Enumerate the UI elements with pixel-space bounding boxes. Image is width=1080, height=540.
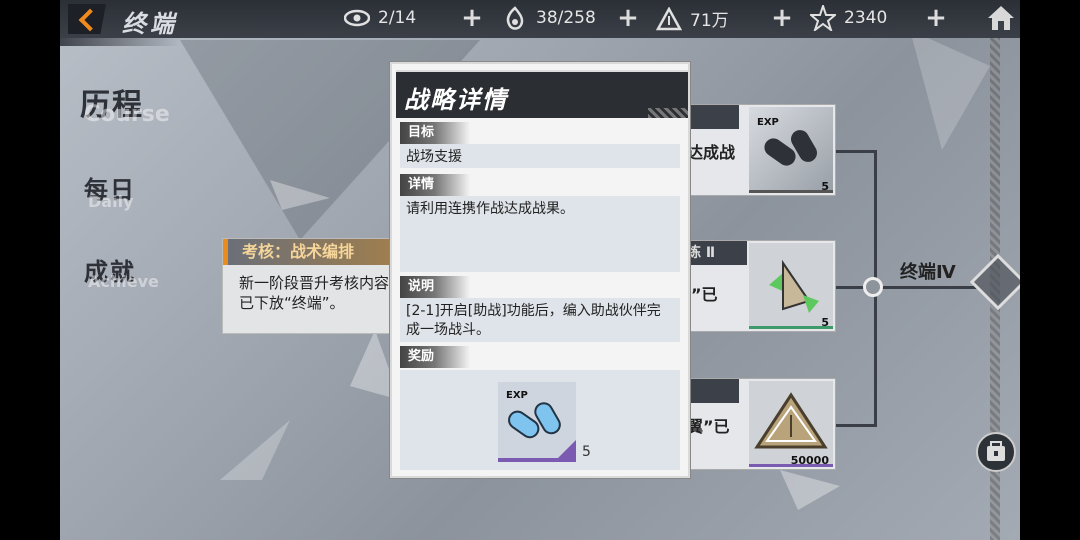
resource-counter: 71万 [656, 6, 729, 31]
section-label-reward: 奖励 [400, 346, 470, 368]
reward-label: 翼”已 [687, 417, 730, 436]
goal-text: 战场支援 [400, 144, 680, 168]
next-stage-diamond-icon[interactable] [969, 253, 1020, 311]
reward-count: 50000 [790, 454, 829, 467]
terminal-level-label: 终端Ⅳ [900, 262, 956, 283]
dialog-header: 战略详情 [396, 70, 688, 118]
svg-text:EXP: EXP [757, 117, 779, 128]
section-label-goal: 目标 [400, 122, 470, 144]
background-shard [220, 420, 290, 480]
section-label-detail: 详情 [400, 174, 470, 196]
connector-line [836, 150, 876, 153]
stamina-icon [502, 6, 528, 30]
nav-item-daily[interactable]: 每日 Daily [84, 170, 136, 211]
nav-item-course[interactable]: 历程 Course [80, 80, 170, 127]
dialog-title: 战略详情 [404, 85, 508, 114]
resource-counter: 2340 [810, 5, 888, 31]
resource-value: 2/14 [378, 8, 417, 28]
nav-item-sublabel: Course [84, 102, 170, 127]
connector-line [882, 286, 978, 289]
back-button[interactable] [68, 4, 106, 34]
add-button[interactable]: + [770, 4, 794, 32]
connector-line [836, 286, 866, 289]
resource-counter: 38/258 [502, 6, 596, 30]
note-text: [2-1]开启[助战]功能后，编入助战伙伴完成一场战斗。 [400, 298, 680, 342]
resource-value: 71万 [690, 11, 729, 31]
nav-item-achieve[interactable]: 成就 Achieve [84, 252, 159, 291]
reward-card[interactable]: 翼”已 50000 [680, 378, 836, 470]
strategy-detail-dialog: 战略详情 目标 战场支援 详情 请利用连携作战达成战果。 说明 [2-1]开启[… [390, 62, 690, 478]
reward-count: 5 [821, 316, 829, 329]
connector-line [836, 424, 876, 427]
resource-value: 2340 [844, 8, 888, 28]
top-bar: 终端 2/14 + 38/258 + 71万 + 2340 + [60, 0, 1020, 38]
background-shard [780, 470, 840, 510]
reward-count: 5 [582, 444, 591, 460]
junction-node [863, 277, 883, 297]
coin-icon [656, 6, 682, 31]
background-shard [910, 30, 990, 150]
reward-label: ”已 [691, 285, 718, 304]
bag-icon[interactable] [976, 432, 1016, 472]
add-button[interactable]: + [924, 4, 948, 32]
crystal-icon [810, 5, 836, 31]
reward-label: 达成战 [687, 143, 736, 162]
reward-card[interactable]: 练 Ⅱ ”已 5 [680, 240, 836, 332]
header-stripe [648, 108, 688, 118]
add-button[interactable]: + [460, 4, 484, 32]
add-button[interactable]: + [616, 4, 640, 32]
section-label-note: 说明 [400, 276, 470, 298]
eye-icon [344, 6, 370, 30]
nav-item-sublabel: Daily [88, 192, 134, 211]
reward-count: 5 [821, 180, 829, 193]
home-icon[interactable] [986, 4, 1016, 32]
detail-text: 请利用连携作战达成战果。 [400, 196, 680, 272]
exp-capsule-reward[interactable]: EXP [498, 382, 576, 462]
exp-label: EXP [506, 390, 528, 401]
reward-card[interactable]: 达成战 EXP 5 [680, 104, 836, 196]
nav-item-sublabel: Achieve [88, 272, 159, 291]
reward-tag: 练 Ⅱ [681, 241, 747, 265]
resource-counter: 2/14 [344, 6, 416, 30]
page-title: 终端 [122, 9, 178, 38]
resource-value: 38/258 [536, 8, 596, 28]
